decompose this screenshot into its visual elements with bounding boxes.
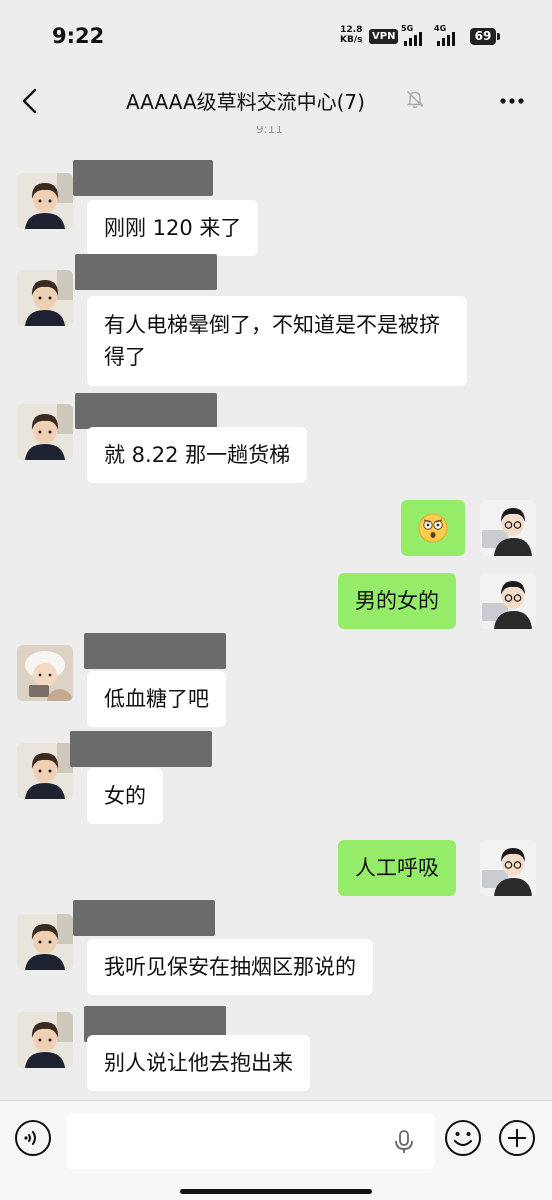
battery-tip <box>497 33 500 40</box>
avatar-self[interactable] <box>480 500 536 556</box>
message-bubble[interactable]: 刚刚 120 来了 <box>87 200 259 256</box>
smile-icon[interactable] <box>444 1119 482 1157</box>
message-bubble[interactable]: 男的女的 <box>338 573 456 629</box>
vpn-badge: VPN <box>369 29 399 44</box>
sender-name-redacted <box>73 900 215 936</box>
status-time: 9:22 <box>52 24 105 48</box>
avatar-boy[interactable] <box>17 743 73 799</box>
message-bubble[interactable]: 别人说让他去抱出来 <box>87 1035 310 1091</box>
mic-icon[interactable] <box>393 1129 415 1155</box>
input-bar <box>0 1100 552 1200</box>
avatar-boy[interactable] <box>17 173 73 229</box>
chat-header: AAAAA级草料交流中心(7) <box>0 72 552 130</box>
more-dots-icon[interactable] <box>494 86 530 116</box>
network-speed: 12.8 KB/s <box>340 25 362 45</box>
message-input[interactable] <box>67 1113 435 1169</box>
message-bubble[interactable]: 就 8.22 那一趟货梯 <box>87 427 308 483</box>
bell-off-icon <box>406 91 424 108</box>
sender-name-redacted <box>70 731 212 767</box>
plus-icon[interactable] <box>498 1119 536 1157</box>
avatar-girl[interactable] <box>17 645 73 701</box>
avatar-boy[interactable] <box>17 1012 73 1068</box>
message-bubble[interactable]: 人工呼吸 <box>338 840 456 896</box>
avatar-self[interactable] <box>480 573 536 629</box>
chat-title[interactable]: AAAAA级草料交流中心(7) <box>126 86 365 115</box>
chevron-left-icon[interactable] <box>14 84 48 118</box>
network-speed-unit: KB/s <box>340 35 363 45</box>
message-bubble[interactable]: 女的 <box>87 768 163 824</box>
sender-name-redacted <box>75 393 217 429</box>
avatar-boy[interactable] <box>17 914 73 970</box>
sender-name-redacted <box>73 160 213 196</box>
chat-screen: 9:22 12.8 KB/s VPN 5G 4G 69 AAAAA级草料交流中心… <box>0 0 552 1200</box>
time-separator: 9:11 <box>256 126 283 136</box>
home-indicator <box>180 1189 372 1194</box>
shocked-emoji-icon <box>418 513 448 543</box>
message-bubble[interactable]: 低血糖了吧 <box>87 671 226 727</box>
avatar-self[interactable] <box>480 840 536 896</box>
network-speed-value: 12.8 <box>340 25 363 35</box>
avatar-boy[interactable] <box>17 404 73 460</box>
sender-name-redacted <box>75 254 217 290</box>
sender-name-redacted <box>84 633 226 669</box>
signal-bars-icon <box>437 32 459 46</box>
message-bubble-emoji[interactable] <box>401 500 465 556</box>
avatar-boy[interactable] <box>17 270 73 326</box>
message-bubble[interactable]: 有人电梯晕倒了，不知道是不是被挤得了 <box>87 296 467 386</box>
voice-wave-icon[interactable] <box>14 1119 52 1157</box>
status-bar: 9:22 12.8 KB/s VPN 5G 4G 69 <box>0 0 552 72</box>
battery-icon: 69 <box>470 28 496 45</box>
signal-bars-icon <box>404 32 426 46</box>
message-bubble[interactable]: 我听见保安在抽烟区那说的 <box>87 939 373 995</box>
